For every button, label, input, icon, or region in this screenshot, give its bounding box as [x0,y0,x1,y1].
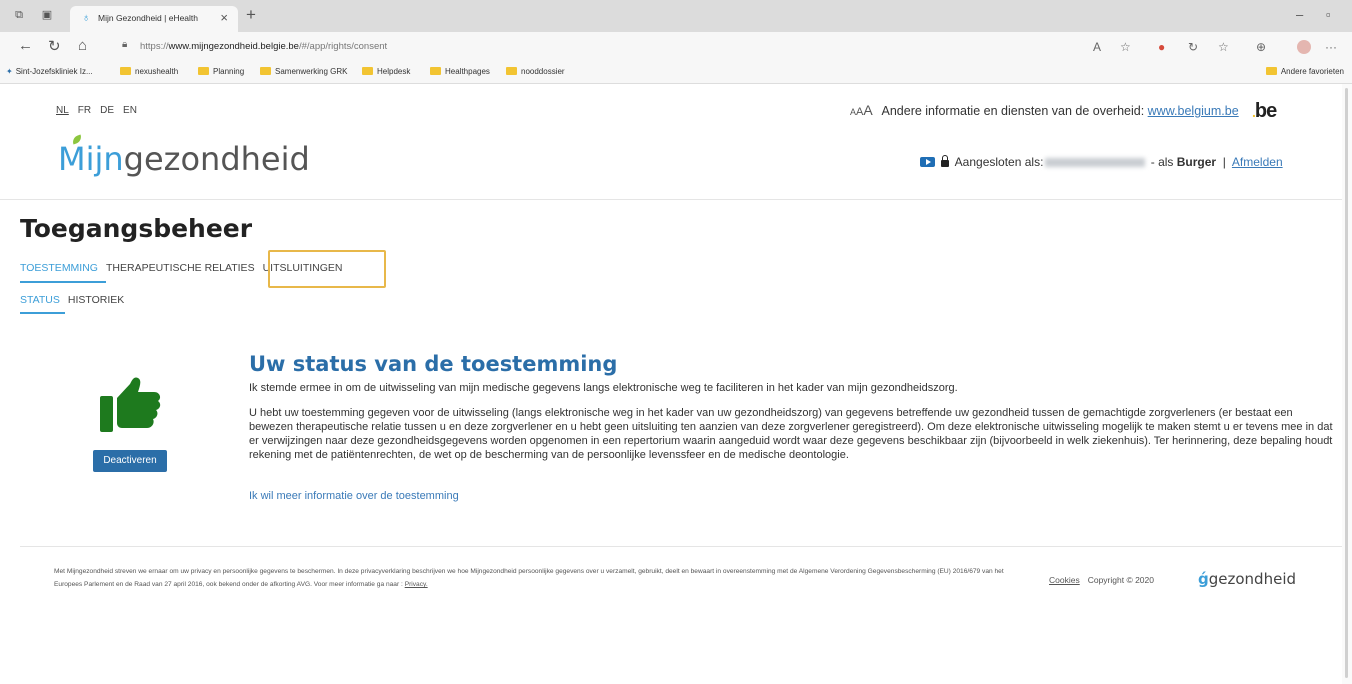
privacy-text: Met Mijngezondheid streven we ernaar om … [54,568,1004,588]
extension-icon[interactable]: ● [1158,40,1165,54]
folder-icon [260,67,271,75]
collections-icon[interactable]: ⊕ [1256,40,1266,54]
belgium-link[interactable]: www.belgium.be [1148,104,1239,118]
footer-links: Cookies Copyright © 2020 [1049,575,1154,585]
deactivate-button[interactable]: Deactiveren [93,450,167,472]
tab-actions-icon[interactable]: ▣ [40,9,54,22]
status-summary: Ik stemde ermee in om de uitwisseling va… [249,382,958,394]
minimize-icon[interactable]: – [1296,7,1303,22]
url-path: /#/app/rights/consent [298,41,388,52]
bookmark-samenwerking[interactable]: Samenwerking GRK [260,67,347,76]
page-scrollbar[interactable] [1342,84,1352,684]
url-host: www.mijngezondheid.belgie.be [168,41,299,52]
gezondheid-logo-icon: ǵ [1198,570,1209,588]
scrollbar-thumb[interactable] [1345,88,1348,678]
profile-avatar[interactable] [1297,40,1311,54]
lang-en[interactable]: EN [123,105,137,116]
status-heading: Uw status van de toestemming [249,352,618,376]
subtab-historiek[interactable]: HISTORIEK [68,294,124,306]
bookmark-helpdesk[interactable]: Helpdesk [362,67,410,76]
other-favorites[interactable]: Andere favorieten [1265,67,1344,76]
be-logo: .be [1252,100,1277,122]
refresh-icon[interactable]: ↻ [48,37,61,55]
gov-info: AAA Andere informatie en diensten van de… [850,102,1239,118]
lang-de[interactable]: DE [100,105,114,116]
close-tab-icon[interactable]: × [220,10,228,25]
role-prefix: - als [1150,155,1174,169]
user-role: Burger [1176,155,1217,169]
connected-label: Aangesloten als: [954,155,1044,169]
bookmark-healthpages[interactable]: Healthpages [430,67,490,76]
new-tab-button[interactable]: + [246,5,256,25]
home-icon[interactable]: ⌂ [78,37,87,54]
highlight-box [268,250,386,288]
footer-logo: ǵgezondheid [1198,570,1297,588]
read-aloud-icon[interactable]: A [1093,40,1101,54]
page-title: Toegangsbeheer [20,214,253,243]
tab-toestemming[interactable]: TOESTEMMING [20,262,98,274]
cookies-link[interactable]: Cookies [1049,575,1080,585]
video-icon[interactable] [920,157,935,167]
browser-tab[interactable]: ♁ Mijn Gezondheid | eHealth × [70,6,238,32]
logout-link[interactable]: Afmelden [1232,155,1283,169]
bookmark-planning[interactable]: Planning [198,67,244,76]
folder-icon [362,67,373,75]
folder-icon [198,67,209,75]
workspaces-icon[interactable]: ⧉ [12,9,26,22]
pin-icon: ✦ [6,67,13,76]
active-subtab-indicator [20,312,65,314]
font-size-controls: AAA [850,102,873,118]
lang-fr[interactable]: FR [78,105,91,116]
bookmark-nooddossier[interactable]: nooddossier [506,67,565,76]
user-name-redacted [1045,158,1146,167]
folder-icon [506,67,517,75]
lock-icon: 🔒︎ [122,39,128,50]
status-description: U hebt uw toestemming gegeven voor de ui… [249,407,1333,461]
font-large[interactable]: A [863,102,872,118]
site-favicon-icon: ♁ [82,12,91,24]
copyright: Copyright © 2020 [1087,575,1154,585]
more-menu-icon[interactable]: ··· [1325,40,1337,54]
separator: | [1222,155,1226,169]
folder-icon [1265,67,1277,75]
folder-icon [430,67,441,75]
more-info-link[interactable]: Ik wil meer informatie over de toestemmi… [249,490,459,502]
privacy-notice: Met Mijngezondheid streven we ernaar om … [54,565,1014,591]
privacy-link[interactable]: Privacy. [405,581,428,588]
tab-therapeutische-relaties[interactable]: THERAPEUTISCHE RELATIES [106,262,255,274]
header-divider [0,199,1342,200]
sub-tabs: STATUS HISTORIEK [20,294,132,306]
gov-info-text: Andere informatie en diensten van de ove… [881,104,1145,118]
thumbs-up-icon [100,377,161,432]
footer-divider [20,546,1342,547]
browser-tab-bar: ⧉ ▣ ♁ Mijn Gezondheid | eHealth × + – ▫ [0,0,1352,32]
folder-icon [120,67,131,75]
bookmark-sint-jozef[interactable]: ✦ Sint-Jozefskliniek Iz... [6,67,93,76]
favorite-star-icon[interactable]: ☆ [1120,40,1131,54]
url-field[interactable]: 🔒︎ https://www.mijngezondheid.belgie.be/… [112,36,1072,58]
address-bar-row: ← ↻ ⌂ 🔒︎ https://www.mijngezondheid.belg… [0,32,1352,62]
bookmark-nexushealth[interactable]: nexushealth [120,67,178,76]
language-switcher: NL FR DE EN [56,105,146,116]
bookmarks-bar: ✦ Sint-Jozefskliniek Iz... nexushealth Pl… [0,62,1352,84]
active-tab-indicator [20,281,106,283]
favorites-icon[interactable]: ☆ [1218,40,1229,54]
back-icon[interactable]: ← [18,37,33,54]
subtab-status[interactable]: STATUS [20,294,60,306]
session-info: Aangesloten als: - als Burger | Afmelden [920,155,1283,169]
lang-nl[interactable]: NL [56,105,69,116]
tab-title: Mijn Gezondheid | eHealth [98,13,199,23]
lock-icon [941,155,949,167]
refresh-extension-icon[interactable]: ↻ [1188,40,1198,54]
mijngezondheid-logo[interactable]: Mijngezondheid [58,134,310,178]
url-prefix: https:// [140,41,169,52]
restore-icon[interactable]: ▫ [1326,7,1331,22]
